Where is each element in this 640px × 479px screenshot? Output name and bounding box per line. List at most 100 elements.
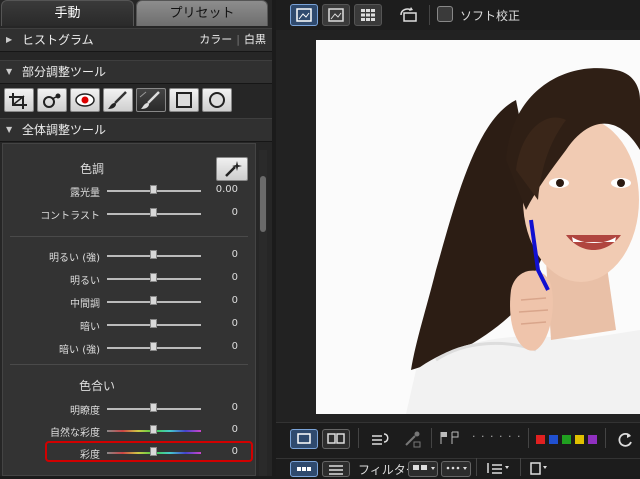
export-dropdown[interactable] — [528, 461, 552, 477]
spot-removal-tool-button[interactable] — [37, 88, 67, 112]
circle-icon — [209, 92, 225, 108]
slider-value: 0 — [231, 424, 238, 435]
dots-icon — [446, 466, 467, 470]
slider-value: 0 — [231, 249, 238, 260]
rating-filter-dropdown[interactable] — [441, 461, 471, 477]
tab-manual[interactable]: 手動 — [1, 0, 134, 26]
view-single-button[interactable] — [322, 4, 350, 26]
slider-value: 0 — [231, 318, 238, 329]
single-panel-icon — [297, 433, 311, 444]
collapsed-triangle-icon: ▶ — [6, 35, 13, 44]
divider — [276, 458, 640, 459]
compare-view-button[interactable] — [322, 429, 350, 449]
single-view-button[interactable] — [290, 429, 318, 449]
circle-mask-tool-button[interactable] — [202, 88, 232, 112]
slider-label: 明るい (強) — [49, 253, 100, 264]
clarity-slider-knob[interactable] — [150, 403, 157, 412]
flag-icon — [440, 431, 459, 444]
saturation-highlight-box — [45, 441, 253, 462]
midtones-slider-knob[interactable] — [150, 296, 157, 305]
refresh-button[interactable] — [614, 429, 636, 449]
flag-filter-dropdown[interactable] — [408, 461, 438, 477]
flag-filter-icon — [413, 465, 435, 470]
scrollbar-thumb[interactable] — [260, 176, 266, 232]
partial-tools-title: 部分調整ツール — [22, 65, 107, 79]
magic-wand-icon — [225, 161, 242, 177]
slider-label: 露光量 — [70, 188, 100, 199]
yellow-label-swatch[interactable] — [575, 435, 584, 444]
divider — [10, 236, 248, 237]
vibrance-slider-knob[interactable] — [150, 425, 157, 434]
slider-label: 暗い — [80, 322, 100, 333]
crop-tool-button[interactable] — [4, 88, 34, 112]
view-photo-adjust-button[interactable] — [290, 4, 318, 26]
auto-tone-button[interactable] — [216, 157, 248, 181]
exposure-slider-knob[interactable] — [150, 185, 157, 194]
highlights-slider-knob[interactable] — [150, 273, 157, 282]
shadows-strong-slider-knob[interactable] — [150, 342, 157, 351]
compare-panel-icon — [327, 433, 345, 444]
grid-icon — [297, 467, 311, 471]
slider-label: 明瞭度 — [70, 406, 100, 417]
red-label-swatch[interactable] — [536, 435, 545, 444]
histogram-color-toggle[interactable]: カラー — [199, 33, 232, 46]
partial-tools-header[interactable]: ▼ 部分調整ツール — [0, 60, 272, 84]
slider-label: 自然な彩度 — [50, 428, 100, 439]
divider — [10, 364, 248, 365]
slider-value: 0.00 — [215, 184, 238, 195]
purple-label-swatch[interactable] — [588, 435, 597, 444]
list-view-button[interactable] — [322, 461, 350, 477]
slider-label: 明るい — [70, 276, 100, 287]
thumbnail-grid-button[interactable] — [290, 461, 318, 477]
divider — [520, 458, 521, 476]
brush-tool-button[interactable] — [103, 88, 133, 112]
separator: | — [236, 33, 240, 46]
image-icon — [328, 8, 344, 22]
flag-button[interactable] — [438, 430, 464, 446]
contrast-slider-knob[interactable] — [150, 208, 157, 217]
crop-icon — [9, 93, 27, 109]
spot-removal-icon — [43, 93, 61, 108]
sort-dropdown[interactable] — [484, 461, 514, 477]
rect-mask-tool-button[interactable] — [169, 88, 199, 112]
eyedropper-button[interactable] — [400, 429, 424, 449]
slider-value: 0 — [231, 402, 238, 413]
gradient-brush-tool-button[interactable] — [136, 88, 166, 112]
rotate-button[interactable] — [396, 5, 422, 25]
expanded-triangle-icon: ▼ — [6, 125, 13, 134]
divider — [429, 5, 430, 25]
red-eye-tool-button[interactable] — [70, 88, 100, 112]
slider-label: 暗い (強) — [59, 345, 100, 356]
overall-tools-header[interactable]: ▼ 全体調整ツール — [0, 118, 272, 142]
divider — [431, 428, 432, 448]
green-label-swatch[interactable] — [562, 435, 571, 444]
slider-label: 中間調 — [70, 299, 100, 310]
highlights-strong-slider-knob[interactable] — [150, 250, 157, 259]
tone-group-title: 色調 — [79, 162, 104, 176]
rotate-list-icon — [372, 433, 389, 445]
image-view-icon — [296, 8, 312, 22]
rotate-icon — [400, 7, 417, 22]
brush-icon — [108, 91, 127, 109]
refresh-icon — [618, 432, 632, 447]
hue-group-title: 色合い — [78, 379, 115, 393]
divider — [605, 428, 606, 448]
shadows-slider-knob[interactable] — [150, 319, 157, 328]
view-grid-button[interactable] — [354, 4, 382, 26]
list-icon — [329, 465, 343, 475]
eyedropper-icon — [405, 431, 421, 448]
divider — [358, 428, 359, 448]
undo-rotate-button[interactable] — [368, 429, 392, 449]
tab-preset[interactable]: プリセット — [136, 0, 268, 26]
blue-label-swatch[interactable] — [549, 435, 558, 444]
divider — [276, 422, 640, 423]
rating-dots[interactable]: · · · · · · — [472, 430, 521, 443]
divider — [528, 428, 529, 448]
portrait-photo — [316, 40, 640, 414]
overall-tools-title: 全体調整ツール — [22, 123, 107, 137]
soft-proof-checkbox[interactable] — [437, 6, 453, 22]
histogram-mono-toggle[interactable]: 白黒 — [244, 33, 266, 46]
expanded-triangle-icon: ▼ — [6, 67, 13, 76]
slider-value: 0 — [231, 341, 238, 352]
histogram-section-header[interactable]: ▶ ヒストグラム カラー | 白黒 — [0, 28, 272, 52]
